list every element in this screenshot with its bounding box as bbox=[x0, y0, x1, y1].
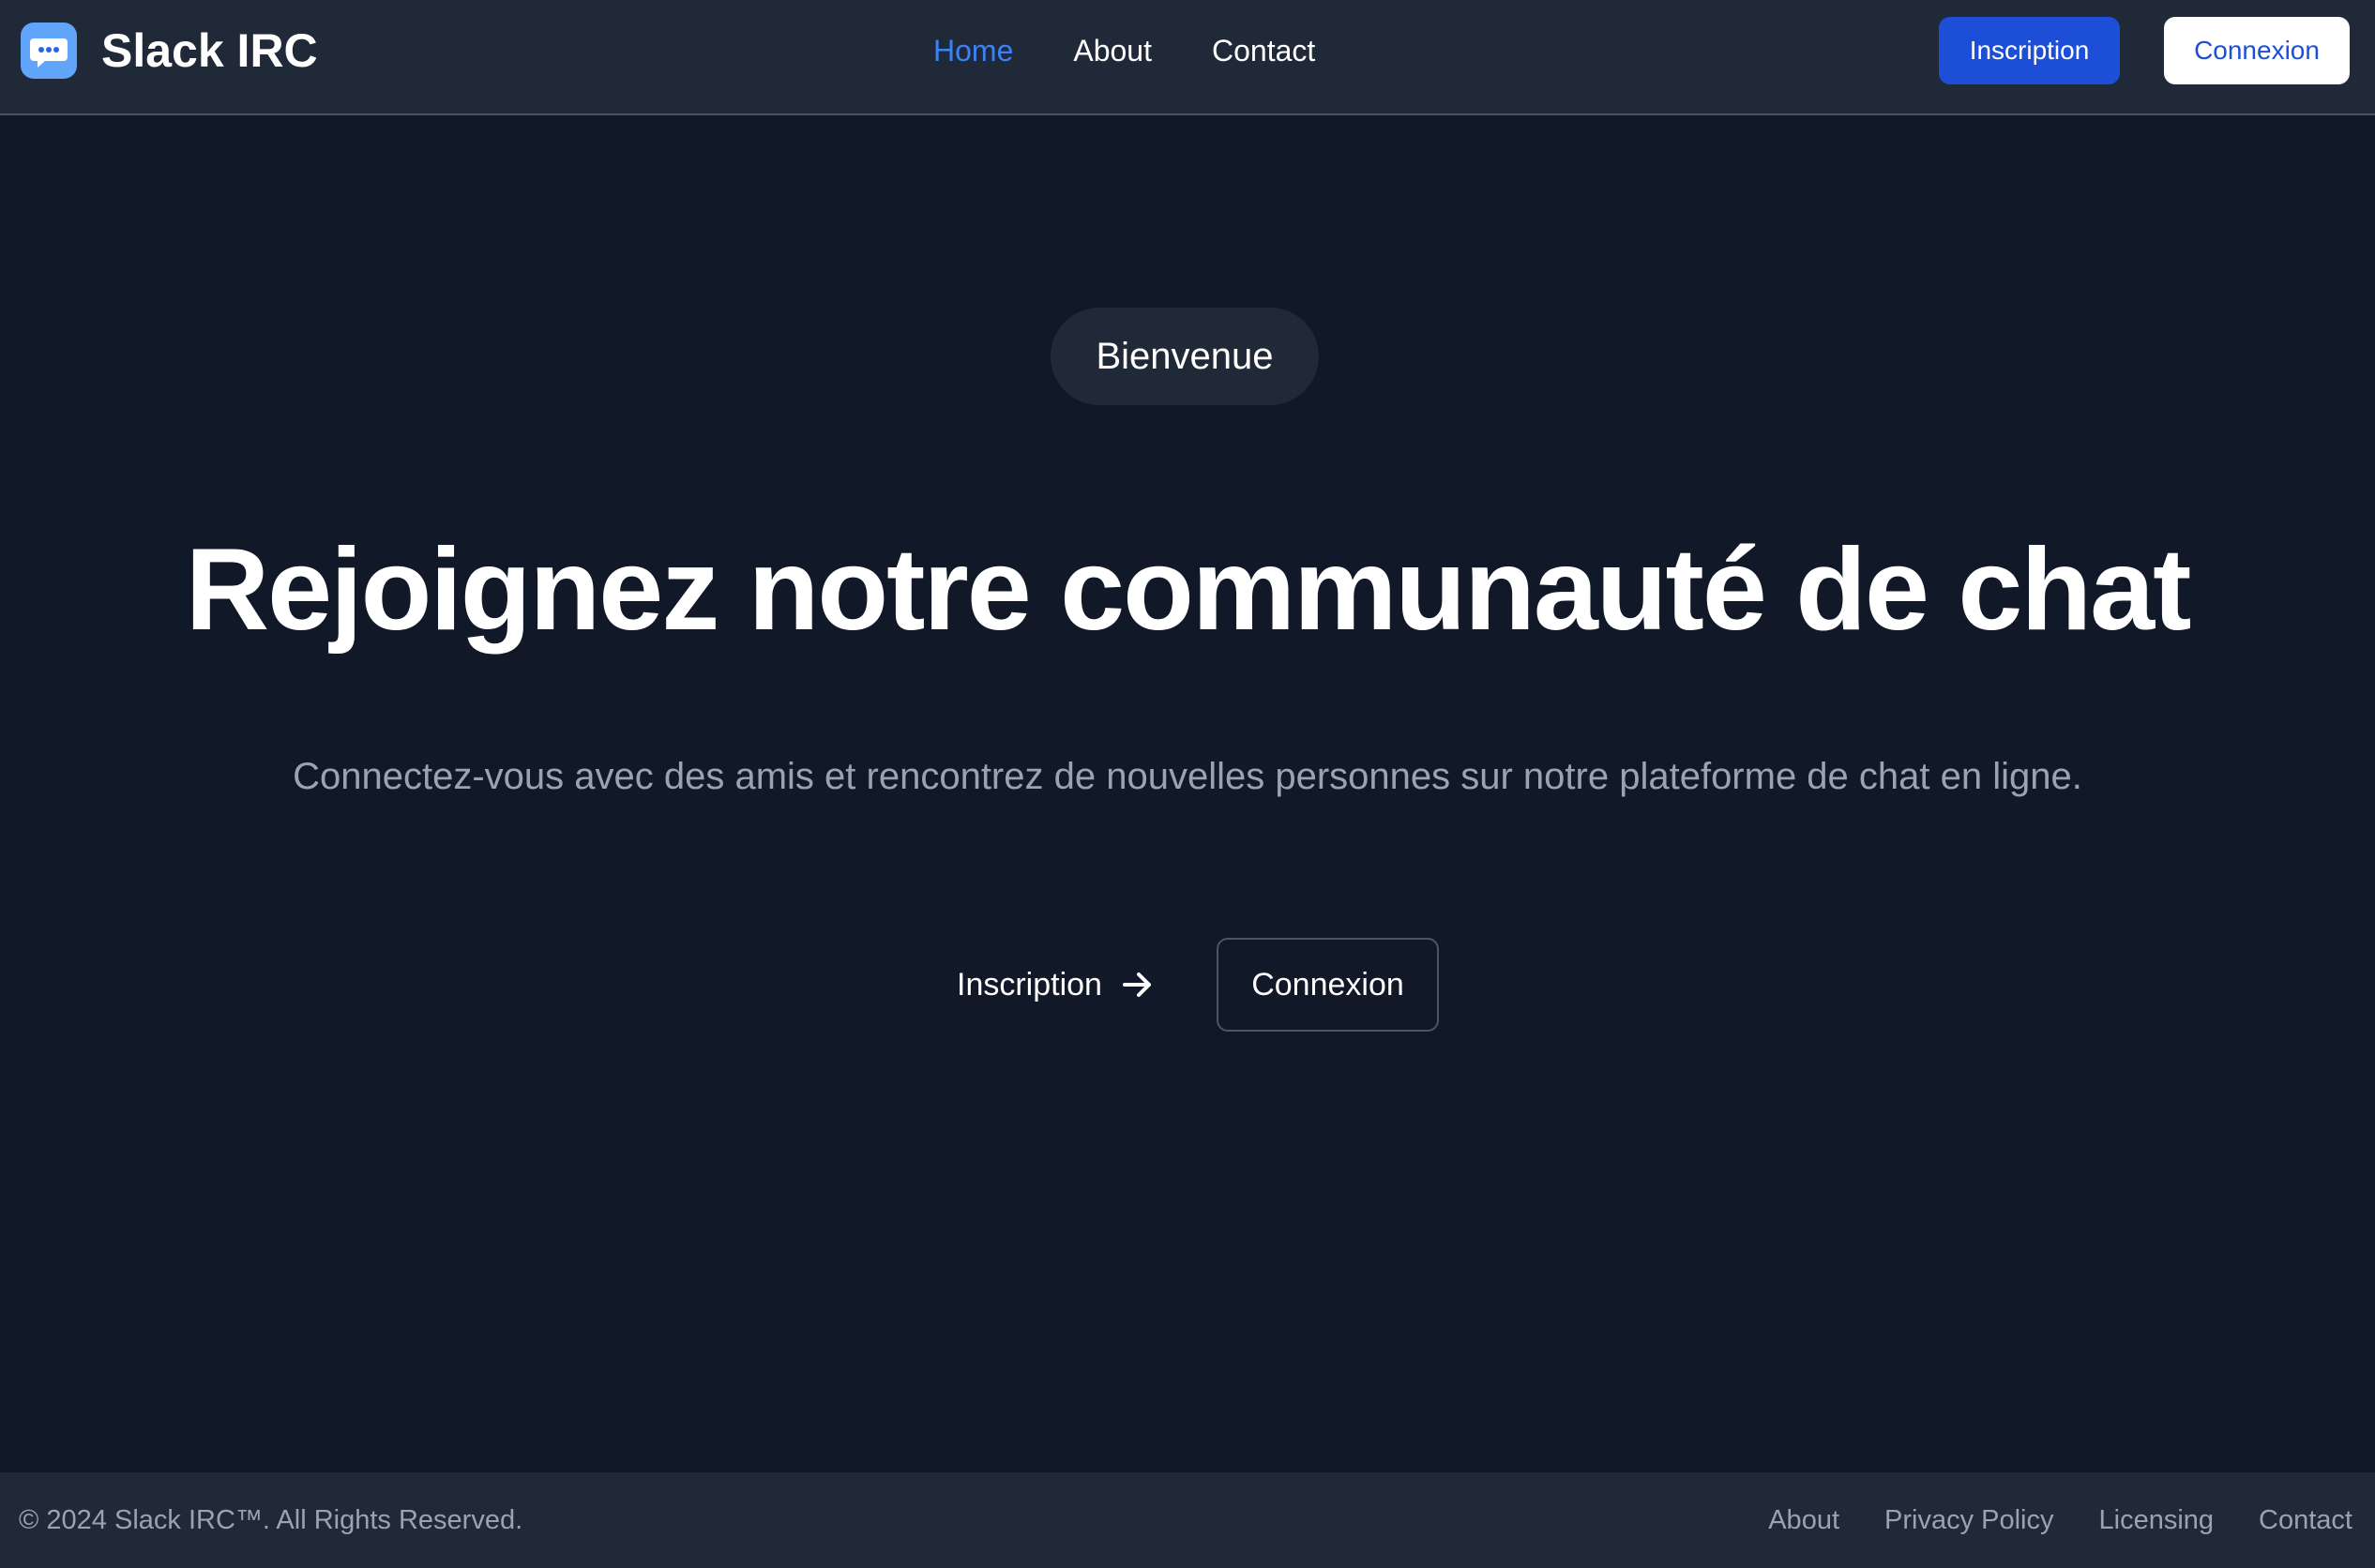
hero-title: Rejoignez notre communauté de chat bbox=[185, 525, 2192, 655]
nav-link-home[interactable]: Home bbox=[933, 34, 1013, 68]
footer-link-licensing[interactable]: Licensing bbox=[2099, 1505, 2215, 1536]
footer-link-about[interactable]: About bbox=[1768, 1505, 1839, 1536]
arrow-right-icon bbox=[1122, 972, 1151, 997]
welcome-badge: Bienvenue bbox=[1051, 308, 1319, 405]
footer-links: About Privacy Policy Licensing Contact bbox=[1768, 1472, 2352, 1568]
hero-subtitle: Connectez-vous avec des amis et rencontr… bbox=[293, 756, 2082, 797]
footer-link-privacy-policy[interactable]: Privacy Policy bbox=[1884, 1505, 2054, 1536]
chat-bubble-icon bbox=[21, 23, 77, 79]
brand-logo-link[interactable]: Slack IRC bbox=[21, 23, 318, 79]
header-login-button[interactable]: Connexion bbox=[2164, 17, 2350, 84]
site-footer: © 2024 Slack IRC™. All Rights Reserved. … bbox=[0, 1472, 2375, 1568]
brand-name: Slack IRC bbox=[101, 24, 318, 77]
nav-link-contact[interactable]: Contact bbox=[1212, 34, 1315, 68]
footer-link-contact[interactable]: Contact bbox=[2259, 1505, 2352, 1536]
hero-login-button[interactable]: Connexion bbox=[1217, 938, 1439, 1032]
copyright-text: © 2024 Slack IRC™. All Rights Reserved. bbox=[19, 1504, 523, 1535]
nav-link-about[interactable]: About bbox=[1073, 34, 1152, 68]
site-header: Slack IRC Home About Contact Inscription… bbox=[0, 0, 2375, 115]
header-signup-button[interactable]: Inscription bbox=[1939, 17, 2120, 84]
main-nav: Home About Contact bbox=[933, 0, 1315, 101]
hero-signup-label: Inscription bbox=[957, 966, 1102, 1003]
hero-signup-button[interactable]: Inscription bbox=[957, 938, 1157, 1032]
